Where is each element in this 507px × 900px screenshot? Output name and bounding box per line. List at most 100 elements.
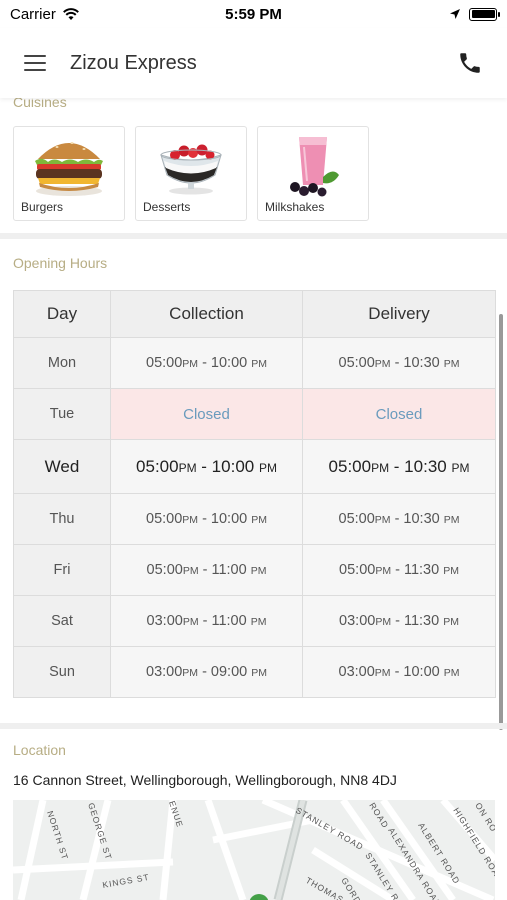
- opening-hours-heading: Opening Hours: [13, 255, 108, 271]
- time-text: 03:00: [339, 613, 376, 629]
- meridiem-label: PM: [182, 667, 199, 679]
- time-text: 03:00: [338, 664, 375, 680]
- column-header-delivery: Delivery: [302, 290, 496, 338]
- meridiem-label: PM: [251, 358, 267, 370]
- cuisine-name: Desserts: [143, 200, 191, 214]
- meridiem-label: PM: [451, 460, 470, 475]
- table-row: Sun 03:00PM - 09:00 PM 03:00PM - 10:00 PM: [13, 646, 496, 698]
- scrollbar[interactable]: [499, 314, 503, 730]
- time-text: 05:00: [338, 511, 375, 527]
- time-text: - 10:00: [198, 355, 252, 371]
- battery-icon: [469, 7, 500, 21]
- time-text: - 10:00: [198, 511, 252, 527]
- status-right: [337, 7, 500, 21]
- meridiem-label: PM: [250, 616, 267, 628]
- meridiem-label: PM: [443, 514, 460, 526]
- day-cell: Wed: [13, 439, 111, 494]
- meridiem-label: PM: [182, 565, 199, 577]
- collection-hours-cell: 05:00PM - 11:00 PM: [110, 544, 303, 596]
- day-cell: Fri: [13, 544, 111, 596]
- table-row: Thu 05:00PM - 10:00 PM 05:00PM - 10:30 PM: [13, 493, 496, 545]
- cuisine-list: Burgers Desserts Milkshakes: [13, 126, 369, 221]
- wifi-icon: [62, 8, 79, 20]
- delivery-hours-cell: 05:00PM - 10:30 PM: [302, 439, 496, 494]
- opening-hours-table: Day Collection Delivery Mon 05:00PM - 10:…: [13, 290, 496, 698]
- status-time: 5:59 PM: [225, 5, 282, 23]
- table-row: Tue Closed Closed: [13, 388, 496, 440]
- meridiem-label: PM: [443, 667, 460, 679]
- time-text: - 11:00: [198, 613, 251, 629]
- time-text: 05:00: [338, 355, 375, 371]
- cuisine-name: Milkshakes: [265, 200, 325, 214]
- time-text: 05:00: [339, 562, 376, 578]
- page-title: Zizou Express: [70, 51, 197, 74]
- day-cell: Sun: [13, 646, 111, 698]
- cuisine-card-burgers[interactable]: Burgers: [13, 126, 125, 221]
- location-heading: Location: [13, 742, 66, 758]
- meridiem-label: PM: [251, 514, 267, 526]
- section-divider: [0, 233, 507, 239]
- delivery-hours-cell: 05:00PM - 10:30 PM: [302, 493, 496, 545]
- time-text: - 11:30: [391, 613, 444, 629]
- delivery-hours-cell: Closed: [302, 388, 496, 440]
- location-arrow-icon: [450, 9, 460, 19]
- table-header-row: Day Collection Delivery: [13, 290, 496, 338]
- table-row: Wed 05:00PM - 10:00 PM 05:00PM - 10:30 PM: [13, 439, 496, 494]
- time-text: - 10:00: [390, 664, 444, 680]
- collection-hours-cell: Closed: [110, 388, 303, 440]
- meridiem-label: PM: [251, 667, 267, 679]
- time-text: 03:00: [146, 664, 183, 680]
- time-text: - 10:30: [389, 456, 452, 476]
- burger-image: [35, 142, 103, 196]
- restaurant-info-content[interactable]: Cuisines Burgers Desserts Milkshakes Ope…: [0, 92, 507, 900]
- time-text: 05:00: [146, 562, 183, 578]
- time-text: - 10:00: [196, 456, 259, 476]
- meridiem-label: PM: [374, 514, 391, 526]
- dessert-image: [160, 144, 222, 195]
- cuisine-name: Burgers: [21, 200, 64, 214]
- day-cell: Mon: [13, 337, 111, 389]
- collection-hours-cell: 03:00PM - 11:00 PM: [110, 595, 303, 647]
- delivery-hours-cell: 05:00PM - 11:30 PM: [302, 544, 496, 596]
- app-header: Zizou Express: [0, 28, 507, 98]
- meridiem-label: PM: [374, 358, 391, 370]
- time-text: - 10:30: [390, 511, 444, 527]
- collection-hours-cell: 05:00PM - 10:00 PM: [110, 493, 303, 545]
- day-cell: Tue: [13, 388, 111, 440]
- table-row: Mon 05:00PM - 10:00 PM 05:00PM - 10:30 PM: [13, 337, 496, 389]
- table-row: Sat 03:00PM - 11:00 PM 03:00 PM - 11:30 PM: [13, 595, 496, 647]
- meridiem-label: PM: [182, 514, 199, 526]
- meridiem-label: PM: [375, 565, 392, 577]
- delivery-hours-cell: 03:00PM - 11:30 PM: [302, 595, 496, 647]
- location-map[interactable]: NORTH ST GEORGE ST ENUE KINGS ST STANLEY…: [13, 800, 495, 900]
- meridiem-label: PM: [182, 616, 199, 628]
- meridiem-label: PM: [258, 460, 277, 475]
- time-text: - 11:30: [391, 562, 444, 578]
- meridiem-label: PM: [443, 616, 459, 628]
- time-text: - 09:00: [198, 664, 252, 680]
- meridiem-label: PM: [178, 460, 197, 475]
- meridiem-label: PM: [443, 565, 459, 577]
- hamburger-icon[interactable]: [24, 55, 46, 71]
- phone-icon[interactable]: [457, 50, 483, 76]
- time-text: 05:00: [146, 511, 183, 527]
- column-header-day: Day: [13, 290, 111, 338]
- milkshake-image: [290, 137, 339, 197]
- day-cell: Sat: [13, 595, 111, 647]
- delivery-hours-cell: 05:00PM - 10:30 PM: [302, 337, 496, 389]
- column-header-collection: Collection: [110, 290, 303, 338]
- cuisine-card-milkshakes[interactable]: Milkshakes: [257, 126, 369, 221]
- meridiem-label: PM: [250, 565, 267, 577]
- meridiem-label: PM: [182, 358, 199, 370]
- collection-hours-cell: 05:00PM - 10:00 PM: [110, 337, 303, 389]
- status-left: Carrier: [10, 6, 170, 23]
- time-text: - 11:00: [198, 562, 251, 578]
- time-text: - 10:30: [390, 355, 444, 371]
- section-divider: [0, 723, 507, 729]
- table-row: Fri 05:00PM - 11:00 PM 05:00PM - 11:30 PM: [13, 544, 496, 596]
- status-bar: Carrier 5:59 PM: [0, 0, 507, 28]
- day-cell: Thu: [13, 493, 111, 545]
- carrier-label: Carrier: [10, 5, 56, 23]
- cuisine-card-desserts[interactable]: Desserts: [135, 126, 247, 221]
- meridiem-label: PM: [371, 460, 390, 475]
